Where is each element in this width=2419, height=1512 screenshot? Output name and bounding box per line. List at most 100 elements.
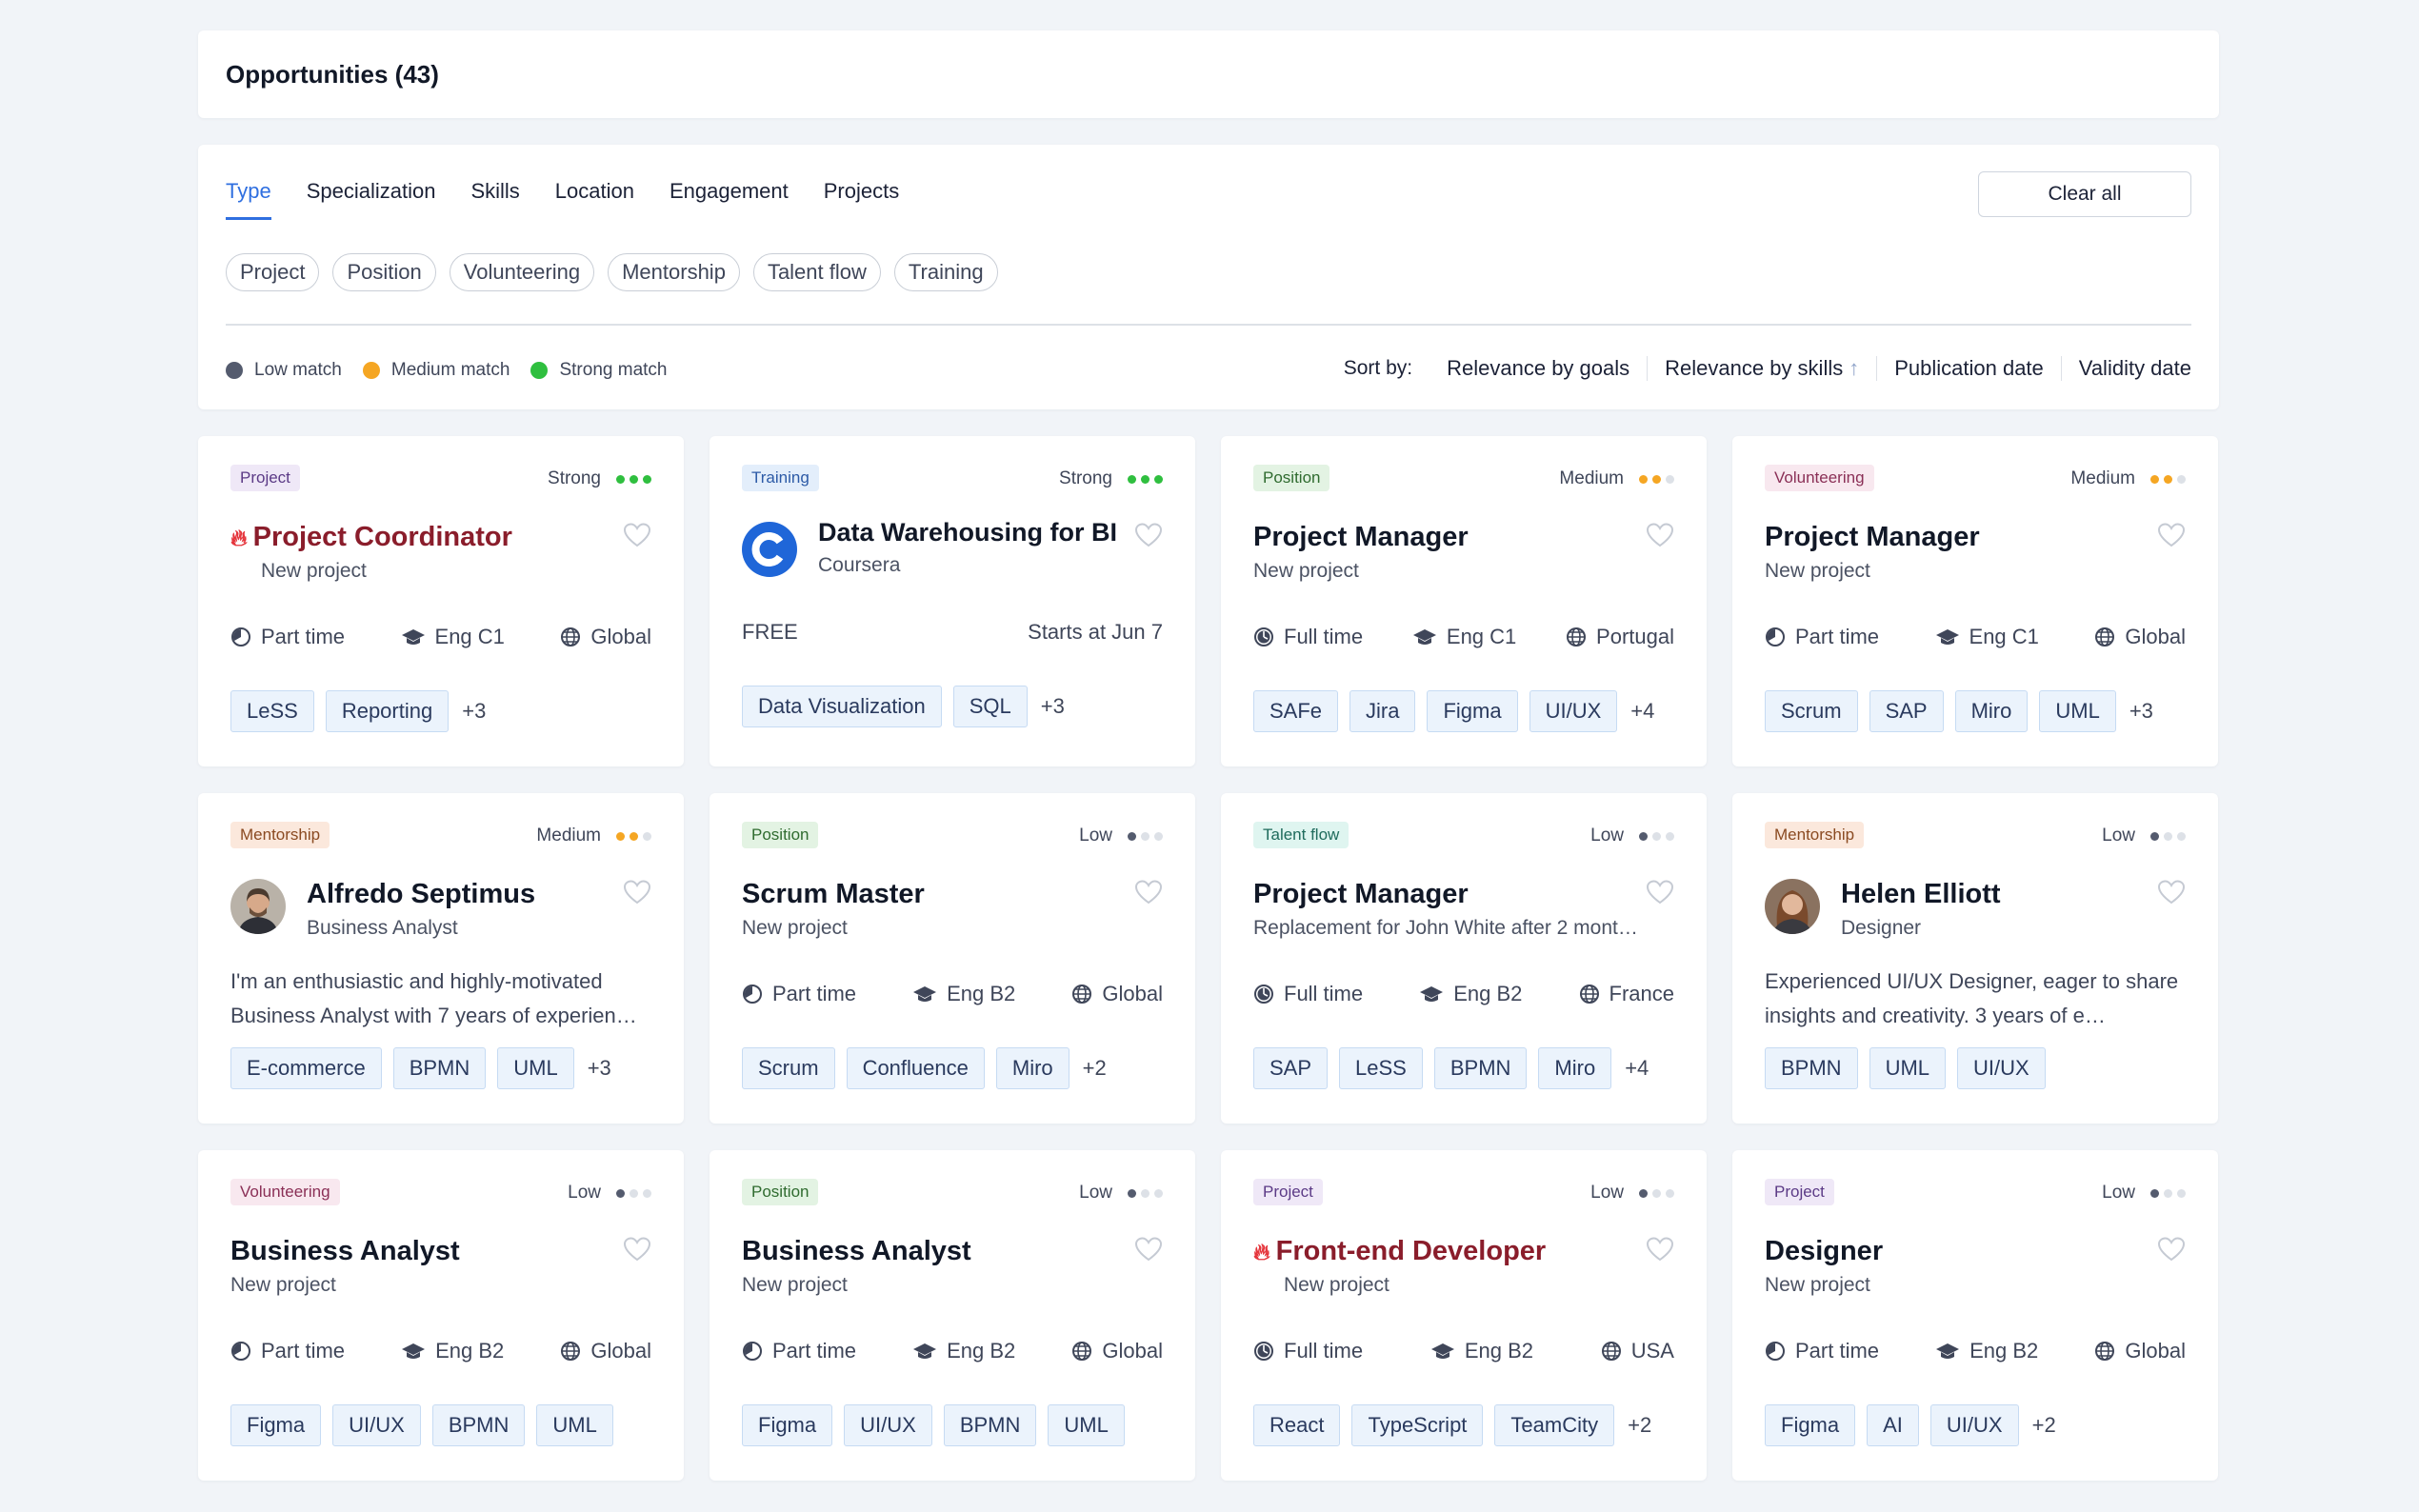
chip-project[interactable]: Project	[226, 253, 320, 291]
chip-talent-flow[interactable]: Talent flow	[752, 253, 881, 291]
opportunity-card[interactable]: Talent flow Low Project Manager Replacement…	[1221, 793, 1707, 1124]
type-badge: Volunteering	[1765, 465, 1874, 491]
card-title-text: Business Analyst	[742, 1236, 971, 1266]
card-title[interactable]: Business Analyst	[230, 1236, 460, 1267]
card-title[interactable]: Project Manager	[1253, 879, 1469, 910]
card-title[interactable]: Designer	[1765, 1236, 1883, 1267]
strong-dot-icon	[530, 362, 549, 379]
card-title[interactable]: 🔥︎ Project Coordinator	[230, 522, 512, 553]
opportunity-card[interactable]: Project Low 🔥︎ Front-end Developer New proje…	[1221, 1150, 1707, 1481]
type-badge: Project	[1253, 1179, 1323, 1205]
graduation-cap-icon	[1419, 985, 1453, 1004]
more-skills-count[interactable]: +2	[1628, 1413, 1651, 1438]
skill-tag: Miro	[995, 1047, 1070, 1089]
favorite-heart-icon[interactable]	[623, 522, 651, 548]
tab-specialization[interactable]: Specialization	[307, 179, 436, 220]
sort-publication-date[interactable]: Publication date	[1877, 356, 2062, 381]
match-dots-icon	[616, 474, 651, 484]
more-skills-count[interactable]: +4	[1625, 1056, 1649, 1081]
more-skills-count[interactable]: +3	[462, 699, 486, 724]
more-skills-count[interactable]: +3	[1041, 694, 1065, 719]
skill-tag: UML	[1869, 1047, 1947, 1089]
card-title[interactable]: 🔥︎ Front-end Developer	[1253, 1236, 1546, 1267]
favorite-heart-icon[interactable]	[1134, 1236, 1163, 1263]
favorite-heart-icon[interactable]	[1646, 879, 1674, 905]
more-skills-count[interactable]: +3	[588, 1056, 611, 1081]
location-label: Global	[2125, 625, 2186, 648]
clear-all-button[interactable]: Clear all	[1978, 171, 2191, 217]
card-meta: Full time Eng B2 France	[1253, 982, 1674, 1006]
opportunity-card[interactable]: Project Low Designer New project Part time …	[1732, 1150, 2218, 1481]
graduation-cap-icon	[1935, 1342, 1969, 1361]
opportunities-header: Opportunities (43)	[198, 30, 2219, 118]
favorite-heart-icon[interactable]	[2157, 1236, 2186, 1263]
location-label: USA	[1630, 1339, 1674, 1363]
opportunity-card[interactable]: Mentorship Low Helen Elliott Designer Experi…	[1732, 793, 2218, 1124]
language-meta: Eng B2	[912, 982, 1015, 1006]
skill-tag: Figma	[1427, 690, 1518, 732]
tab-skills[interactable]: Skills	[470, 179, 519, 220]
skill-tag: LeSS	[1339, 1047, 1423, 1089]
favorite-heart-icon[interactable]	[623, 1236, 651, 1263]
favorite-heart-icon[interactable]	[623, 879, 651, 905]
favorite-heart-icon[interactable]	[1134, 879, 1163, 905]
card-title[interactable]: Helen Elliott	[1841, 879, 2001, 910]
skill-tags: React TypeScript TeamCity +2	[1253, 1404, 1651, 1446]
tab-engagement[interactable]: Engagement	[670, 179, 789, 220]
tab-projects[interactable]: Projects	[824, 179, 899, 220]
skill-tag: TypeScript	[1351, 1404, 1484, 1446]
card-title[interactable]: Project Manager	[1765, 522, 1980, 553]
engagement-label: Part time	[1795, 1339, 1880, 1363]
opportunity-card[interactable]: Project Strong 🔥︎ Project Coordinator New pr…	[198, 436, 684, 766]
card-title[interactable]: Scrum Master	[742, 879, 925, 910]
card-title[interactable]: Project Manager	[1253, 522, 1469, 553]
skill-tags: Figma AI UI/UX +2	[1765, 1404, 2056, 1446]
chip-volunteering[interactable]: Volunteering	[449, 253, 595, 291]
more-skills-count[interactable]: +4	[1630, 699, 1654, 724]
match-indicator: Medium	[1559, 468, 1674, 489]
more-skills-count[interactable]: +2	[2032, 1413, 2056, 1438]
favorite-heart-icon[interactable]	[1646, 522, 1674, 548]
sort-bar: Sort by: Relevance by goals Relevance by…	[1344, 356, 2191, 381]
match-indicator: Strong	[1059, 468, 1163, 489]
opportunity-card[interactable]: Volunteering Medium Project Manager New pro…	[1732, 436, 2218, 766]
legend-strong: Strong match	[530, 360, 667, 381]
more-skills-count[interactable]: +2	[1083, 1056, 1107, 1081]
language-label: Eng C1	[1969, 625, 2039, 648]
opportunity-card[interactable]: Position Low Scrum Master New project Part …	[710, 793, 1195, 1124]
match-legend: Low match Medium match Strong match	[226, 360, 688, 381]
opportunity-card[interactable]: Training Strong Data Warehousing for BI Cou…	[710, 436, 1195, 766]
favorite-heart-icon[interactable]	[2157, 522, 2186, 548]
match-indicator: Low	[568, 1183, 651, 1204]
card-title[interactable]: Alfredo Septimus	[307, 879, 535, 910]
skill-tag: BPMN	[1765, 1047, 1858, 1089]
opportunity-card[interactable]: Position Low Business Analyst New project P…	[710, 1150, 1195, 1481]
more-skills-count[interactable]: +3	[2129, 699, 2153, 724]
favorite-heart-icon[interactable]	[1646, 1236, 1674, 1263]
chip-position[interactable]: Position	[332, 253, 436, 291]
favorite-heart-icon[interactable]	[2157, 879, 2186, 905]
sort-validity-date[interactable]: Validity date	[2062, 356, 2191, 381]
tab-type[interactable]: Type	[226, 179, 271, 220]
tab-location[interactable]: Location	[555, 179, 634, 220]
engagement-meta: Part time	[742, 982, 856, 1006]
location-meta: Global	[560, 1339, 651, 1363]
chip-training[interactable]: Training	[893, 253, 998, 291]
opportunity-card[interactable]: Mentorship Medium Alfredo Septimus Business…	[198, 793, 684, 1124]
skill-tag: BPMN	[943, 1404, 1037, 1446]
location-meta: USA	[1601, 1339, 1674, 1363]
type-badge: Mentorship	[230, 822, 330, 848]
card-title[interactable]: Data Warehousing for BI	[818, 518, 1117, 547]
favorite-heart-icon[interactable]	[1134, 522, 1163, 548]
divider	[226, 324, 2191, 326]
sort-relevance-skills[interactable]: Relevance by skills ↑	[1648, 356, 1878, 381]
legend-medium-label: Medium match	[390, 360, 510, 380]
opportunity-card[interactable]: Position Medium Project Manager New project…	[1221, 436, 1707, 766]
opportunity-card[interactable]: Volunteering Low Business Analyst New proje…	[198, 1150, 684, 1481]
location-label: Portugal	[1596, 625, 1674, 648]
card-title[interactable]: Business Analyst	[742, 1236, 971, 1267]
clock-icon	[230, 627, 261, 647]
engagement-label: Part time	[261, 1339, 346, 1363]
chip-mentorship[interactable]: Mentorship	[608, 253, 740, 291]
sort-relevance-goals[interactable]: Relevance by goals	[1429, 356, 1649, 381]
